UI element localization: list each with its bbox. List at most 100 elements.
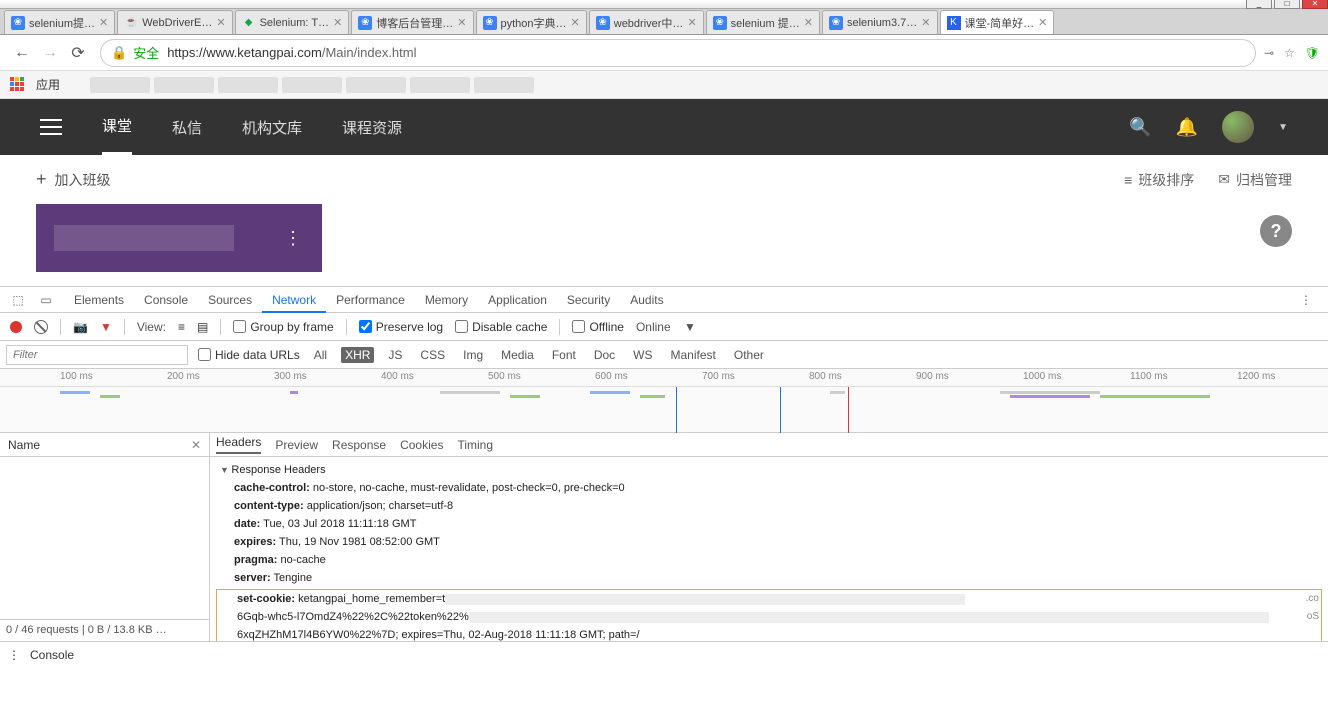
url-input[interactable]: 🔒 安全 https://www.ketangpai.com/Main/inde…	[100, 39, 1256, 67]
filter-input[interactable]	[6, 345, 188, 365]
favicon: ❀	[483, 16, 497, 30]
browser-tab[interactable]: K课堂-简单好…✕	[940, 10, 1055, 34]
user-menu-caret[interactable]: ▼	[1278, 122, 1288, 133]
tab-title: Selenium: T…	[260, 17, 330, 29]
close-tab-icon[interactable]: ✕	[333, 16, 342, 29]
close-tab-icon[interactable]: ✕	[571, 16, 580, 29]
devtools-tab[interactable]: Audits	[620, 287, 673, 313]
header-line: pragma: no-cache	[234, 551, 1322, 569]
search-icon[interactable]: 🔍	[1129, 117, 1151, 138]
devtools-tab[interactable]: Performance	[326, 287, 415, 313]
drawer-menu-icon[interactable]: ⋮	[8, 648, 20, 662]
close-tab-icon[interactable]: ✕	[687, 16, 696, 29]
close-tab-icon[interactable]: ✕	[1038, 16, 1047, 29]
response-headers-section[interactable]: Response Headers	[220, 461, 1322, 479]
close-details-icon[interactable]: ✕	[191, 438, 201, 452]
filter-type-tab[interactable]: Doc	[590, 347, 619, 363]
inspect-icon[interactable]: ⬚	[8, 293, 28, 307]
console-drawer-tab[interactable]: Console	[30, 648, 74, 662]
close-tab-icon[interactable]: ✕	[216, 16, 225, 29]
nav-item[interactable]: 私信	[172, 101, 202, 154]
nav-item[interactable]: 机构文库	[242, 101, 302, 154]
close-tab-icon[interactable]: ✕	[921, 16, 930, 29]
disable-cache-checkbox[interactable]: Disable cache	[455, 320, 547, 334]
filter-type-tab[interactable]: CSS	[416, 347, 449, 363]
tab-title: python字典…	[501, 15, 567, 31]
network-timeline[interactable]: 100 ms200 ms300 ms400 ms500 ms600 ms700 …	[0, 369, 1328, 433]
offline-checkbox[interactable]: Offline	[572, 320, 623, 334]
avatar[interactable]	[1222, 111, 1254, 143]
device-icon[interactable]: ▭	[36, 293, 56, 307]
filter-type-tab[interactable]: Img	[459, 347, 487, 363]
filter-type-tab[interactable]: Other	[730, 347, 768, 363]
join-class-button[interactable]: 加入班级	[55, 170, 111, 190]
apps-icon[interactable]	[10, 77, 26, 93]
key-icon[interactable]: ⊸	[1264, 46, 1274, 60]
name-column-header[interactable]: Name	[8, 438, 40, 452]
close-tab-icon[interactable]: ✕	[804, 16, 813, 29]
browser-tab[interactable]: ❀selenium提…✕	[4, 10, 115, 34]
devtools-tab[interactable]: Network	[262, 287, 326, 313]
browser-tab[interactable]: ❀ python字典… ✕	[476, 10, 587, 34]
timeline-tick: 100 ms	[60, 371, 93, 382]
browser-tab[interactable]: ❀selenium3.7…✕	[822, 10, 938, 34]
lock-icon: 🔒	[111, 45, 127, 61]
filter-type-tab[interactable]: Font	[548, 347, 580, 363]
window-min[interactable]: _	[1246, 0, 1272, 9]
window-max[interactable]: □	[1274, 0, 1300, 9]
devtools-tab[interactable]: Elements	[64, 287, 134, 313]
detail-subtab[interactable]: Preview	[275, 438, 318, 452]
view-list-icon[interactable]: ≡	[178, 320, 185, 334]
devtools-tab[interactable]: Application	[478, 287, 557, 313]
shield-icon[interactable]: 🛡	[1305, 46, 1320, 60]
bell-icon[interactable]: 🔔	[1176, 117, 1198, 138]
devtools-tab[interactable]: Security	[557, 287, 620, 313]
sort-link[interactable]: ≡班级排序	[1124, 170, 1194, 190]
filter-toggle-icon[interactable]: ▼	[100, 320, 112, 334]
filter-type-tab[interactable]: All	[310, 347, 331, 363]
devtools-more-icon[interactable]: ⋮	[1292, 293, 1320, 307]
throttle-select[interactable]: Online ▼	[636, 320, 696, 334]
browser-tab[interactable]: ☕WebDriverE…✕	[117, 10, 232, 34]
reload-button[interactable]: ⟳	[64, 39, 92, 67]
browser-tab[interactable]: ❀selenium 提…✕	[706, 10, 820, 34]
devtools-tab[interactable]: Sources	[198, 287, 262, 313]
browser-tab[interactable]: ❀博客后台管理…✕	[351, 10, 473, 34]
preserve-log-checkbox[interactable]: Preserve log	[359, 320, 443, 334]
filter-type-tab[interactable]: JS	[384, 347, 406, 363]
screenshot-icon[interactable]: 📷	[73, 320, 88, 334]
detail-subtab[interactable]: Timing	[457, 438, 493, 452]
filter-type-tab[interactable]: WS	[629, 347, 656, 363]
filter-type-tab[interactable]: Manifest	[667, 347, 720, 363]
window-titlebar: _ □ ✕	[0, 0, 1328, 9]
window-close[interactable]: ✕	[1302, 0, 1328, 9]
apps-label[interactable]: 应用	[36, 76, 60, 93]
card-menu-icon[interactable]: ⋮	[284, 228, 304, 249]
help-button[interactable]: ?	[1260, 215, 1292, 247]
devtools-tab[interactable]: Memory	[415, 287, 478, 313]
forward-button[interactable]: →	[36, 39, 64, 67]
detail-subtab[interactable]: Cookies	[400, 438, 443, 452]
browser-tab[interactable]: ❀webdriver中…✕	[589, 10, 704, 34]
devtools-tab[interactable]: Console	[134, 287, 198, 313]
close-tab-icon[interactable]: ✕	[457, 16, 466, 29]
nav-item[interactable]: 课程资源	[342, 101, 402, 154]
detail-subtab[interactable]: Response	[332, 438, 386, 452]
browser-tab[interactable]: ◆Selenium: T…✕	[235, 10, 350, 34]
back-button[interactable]: ←	[8, 39, 36, 67]
detail-subtab[interactable]: Headers	[216, 435, 261, 454]
archive-link[interactable]: ✉归档管理	[1218, 170, 1292, 190]
filter-type-tab[interactable]: XHR	[341, 347, 374, 363]
nav-item[interactable]: 课堂	[102, 99, 132, 155]
record-button[interactable]	[10, 321, 22, 333]
group-by-frame-checkbox[interactable]: Group by frame	[233, 320, 333, 334]
clear-button[interactable]	[34, 320, 48, 334]
star-icon[interactable]: ☆	[1284, 46, 1295, 60]
class-card[interactable]: ⋮	[36, 204, 322, 272]
hide-data-urls-checkbox[interactable]: Hide data URLs	[198, 348, 300, 362]
view-large-icon[interactable]: ▤	[197, 320, 208, 334]
close-tab-icon[interactable]: ✕	[99, 16, 108, 29]
archive-icon: ✉	[1218, 171, 1230, 188]
menu-icon[interactable]	[40, 119, 62, 135]
filter-type-tab[interactable]: Media	[497, 347, 538, 363]
